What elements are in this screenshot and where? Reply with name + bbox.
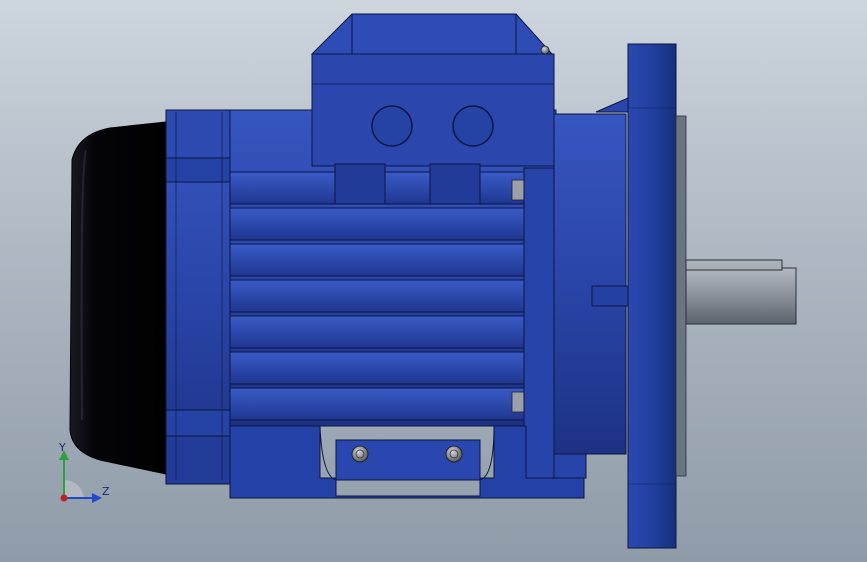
cooling-fins: [229, 171, 527, 421]
output-shaft[interactable]: [685, 267, 797, 325]
coordinate-triad: Y Z: [44, 440, 114, 510]
mounting-flange[interactable]: [627, 43, 677, 549]
cable-gland-hole-right[interactable]: [452, 105, 494, 147]
z-axis-label: Z: [102, 485, 110, 498]
motor-model[interactable]: [0, 0, 867, 562]
coordinate-triad-icon: [59, 450, 102, 503]
shaft-key: [685, 259, 783, 271]
cable-gland-hole-left[interactable]: [371, 105, 413, 147]
graphics-viewport[interactable]: Y Z: [0, 0, 867, 562]
foot-bolt-right[interactable]: [445, 445, 463, 463]
lifting-lug-right[interactable]: [429, 163, 481, 205]
terminal-box[interactable]: [311, 53, 555, 167]
y-axis-label: Y: [59, 441, 66, 454]
foot-bolt-left[interactable]: [351, 445, 369, 463]
lifting-lug-left[interactable]: [334, 163, 386, 205]
